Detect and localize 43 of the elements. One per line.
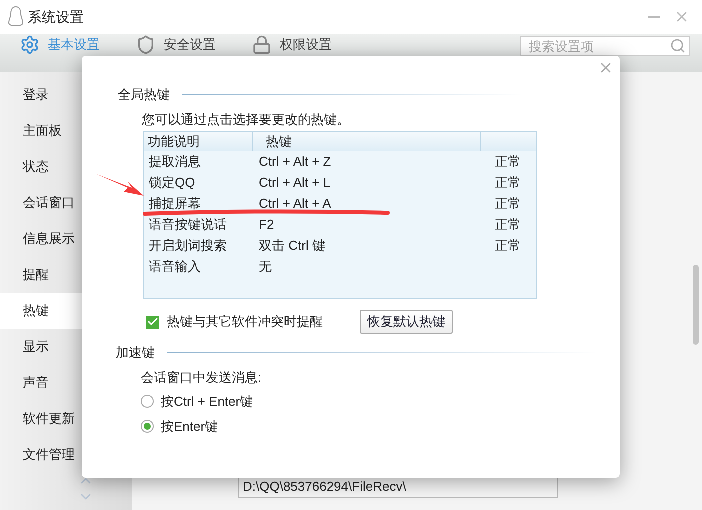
radio-label: 按Enter键 — [161, 418, 218, 436]
table-cell-text: 正常 — [495, 216, 522, 234]
table-cell-text: 正常 — [495, 174, 522, 192]
gear-icon — [20, 35, 40, 55]
restore-defaults-button[interactable]: 恢复默认热键 — [360, 310, 453, 334]
table-cell-text: 双击 Ctrl 键 — [259, 236, 326, 255]
annotation-arrow-drawing — [96, 174, 144, 196]
search-icon — [670, 38, 686, 54]
checkbox-label: 热键与其它软件冲突时提醒 — [167, 313, 323, 332]
table-cell-text: Ctrl + Alt + Z — [259, 152, 332, 171]
table-cell-text: 锁定QQ — [148, 174, 196, 192]
table-cell-text: 正常 — [495, 194, 522, 213]
send-label: 会话窗口中发送消息: — [141, 368, 263, 386]
settings-tab[interactable]: 权限设置 — [252, 35, 332, 55]
table-cell-text: 无 — [259, 258, 273, 276]
lock-icon — [252, 35, 272, 55]
table-cell-text: 语音按键说话 — [148, 216, 228, 234]
search-field[interactable]: 搜索设置项 — [520, 36, 690, 56]
radio-button[interactable] — [141, 395, 154, 408]
radio-button[interactable] — [141, 420, 154, 433]
window-title: 系统设置 — [28, 8, 84, 26]
checkbox[interactable] — [146, 316, 159, 328]
table-cell-text: 捕捉屏幕 — [148, 194, 202, 213]
section-title: 加速键 — [116, 344, 155, 362]
table-cell-text: Ctrl + Alt + L — [259, 174, 332, 192]
table-cell-text: 提取消息 — [148, 152, 202, 171]
description-text: 您可以通过点击选择要更改的热键。 — [142, 110, 351, 128]
path-field[interactable]: D:\QQ\853766294\FileRecv\ — [238, 476, 558, 498]
settings-tab[interactable]: 安全设置 — [136, 35, 216, 55]
penguin-logo-icon — [8, 6, 24, 28]
table-cell-text: F2 — [259, 216, 276, 234]
column-header[interactable]: 功能说明 — [144, 132, 253, 151]
table-cell-text: 开启划词搜索 — [148, 236, 228, 255]
radio-label: 按Ctrl + Enter键 — [161, 393, 254, 411]
table-cell-text: 正常 — [495, 236, 522, 255]
shield-icon — [136, 35, 156, 55]
column-header[interactable]: 热键 — [253, 132, 481, 151]
minimize-icon — [648, 16, 660, 18]
table-cell-text: 正常 — [495, 152, 522, 171]
section-title: 全局热键 — [118, 86, 170, 104]
table-cell-text: 语音输入 — [148, 258, 202, 276]
table-cell-text: Ctrl + Alt + A — [259, 194, 332, 213]
scrollbar-thumb[interactable] — [693, 265, 699, 345]
